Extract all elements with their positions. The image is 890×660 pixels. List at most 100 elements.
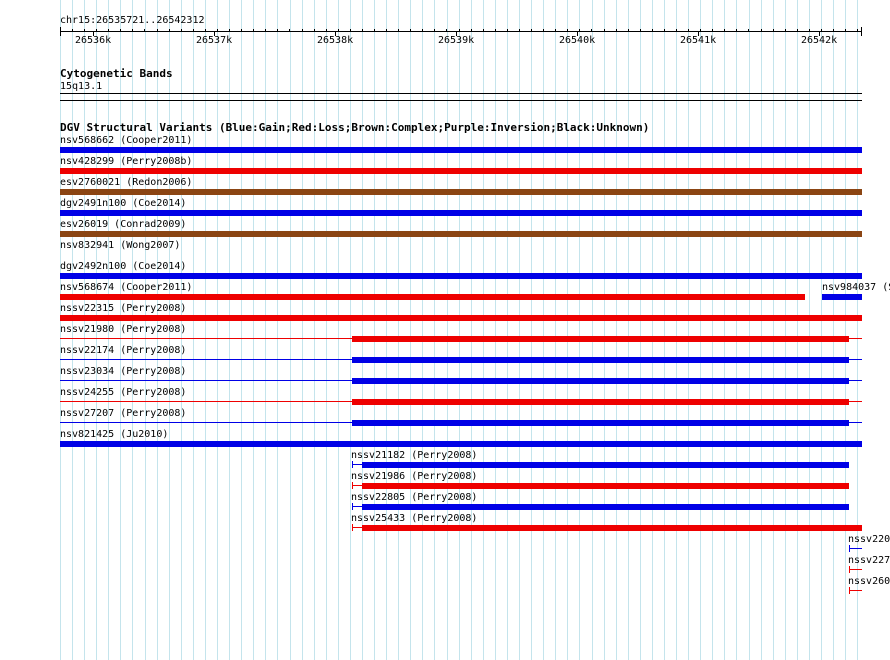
ruler-minor-tick — [761, 29, 762, 32]
cytoband-label: 15q13.1 — [60, 81, 103, 92]
variant-bar[interactable] — [352, 399, 849, 405]
variant-label: esv2760021 (Redon2006) — [60, 177, 193, 188]
variant-bar[interactable] — [60, 294, 805, 300]
variant-bar[interactable] — [60, 441, 862, 447]
ruler-minor-tick — [700, 29, 701, 32]
variant-label: nssv260 — [848, 576, 890, 587]
ruler-minor-tick — [229, 29, 230, 32]
ruler-minor-tick — [314, 29, 315, 32]
ruler-minor-tick — [169, 29, 170, 32]
ruler-minor-tick — [398, 29, 399, 32]
variant-label: nsv428299 (Perry2008b) — [60, 156, 193, 167]
ruler-minor-tick — [265, 29, 266, 32]
variant-label: nssv24255 (Perry2008) — [60, 387, 187, 398]
ruler-minor-tick — [748, 29, 749, 32]
ruler-minor-tick — [386, 29, 387, 32]
variant-bar[interactable] — [352, 378, 849, 384]
ruler-right-end — [861, 27, 862, 36]
variant-start-tick — [849, 587, 850, 594]
ruler-minor-tick — [108, 29, 109, 32]
variant-bar[interactable] — [352, 336, 849, 342]
ruler-minor-tick — [640, 29, 641, 32]
ruler-tick-label: 26537k — [196, 35, 233, 46]
ruler-minor-tick — [664, 29, 665, 32]
ruler-tick-label: 26540k — [559, 35, 596, 46]
ruler-minor-tick — [459, 29, 460, 32]
variant-bar[interactable] — [362, 504, 849, 510]
variant-start-tick — [352, 482, 353, 489]
variant-bar[interactable] — [362, 525, 862, 531]
ruler-minor-tick — [241, 29, 242, 32]
variant-start-tick — [352, 461, 353, 468]
variant-bar[interactable] — [60, 315, 862, 321]
ruler-minor-tick — [676, 29, 677, 32]
cytoband-line-bottom — [60, 100, 862, 101]
variant-label: nsv832941 (Wong2007) — [60, 240, 181, 251]
ruler-minor-tick — [797, 29, 798, 32]
ruler-minor-tick — [591, 29, 592, 32]
variant-label: nssv21182 (Perry2008) — [351, 450, 478, 461]
ruler-minor-tick — [326, 29, 327, 32]
ruler-minor-tick — [277, 29, 278, 32]
ruler-minor-tick — [519, 29, 520, 32]
variant-bar[interactable] — [60, 273, 862, 279]
ruler-left-end — [60, 27, 61, 36]
variant-bar[interactable] — [60, 231, 862, 237]
ruler-minor-tick — [712, 29, 713, 32]
variant-label: nssv27207 (Perry2008) — [60, 408, 187, 419]
variant-span-line — [849, 548, 862, 549]
ruler-minor-tick — [193, 29, 194, 32]
variant-label: nsv568662 (Cooper2011) — [60, 135, 193, 146]
variant-label: dgv2491n100 (Coe2014) — [60, 198, 187, 209]
variant-label: nssv22805 (Perry2008) — [351, 492, 478, 503]
ruler-minor-tick — [809, 29, 810, 32]
cytoband-track-title: Cytogenetic Bands — [60, 67, 173, 80]
ruler-minor-tick — [120, 29, 121, 32]
variant-start-tick — [352, 503, 353, 510]
ruler-minor-tick — [857, 29, 858, 32]
ruler-minor-tick — [289, 29, 290, 32]
variant-bar[interactable] — [352, 357, 849, 363]
ruler-minor-tick — [833, 29, 834, 32]
ruler-minor-tick — [410, 29, 411, 32]
ruler-minor-tick — [845, 29, 846, 32]
ruler-minor-tick — [144, 29, 145, 32]
ruler-minor-tick — [181, 29, 182, 32]
ruler-minor-tick — [628, 29, 629, 32]
ruler-minor-tick — [362, 29, 363, 32]
variant-label: nsv984037 (S — [822, 282, 890, 293]
variant-bar[interactable] — [352, 420, 849, 426]
ruler-tick-label: 26541k — [680, 35, 717, 46]
ruler-minor-tick — [652, 29, 653, 32]
ruler-minor-tick — [495, 29, 496, 32]
variant-start-tick — [849, 566, 850, 573]
ruler-minor-tick — [724, 29, 725, 32]
variant-bar[interactable] — [60, 147, 862, 153]
ruler-tick-label: 26539k — [438, 35, 475, 46]
ruler-minor-tick — [821, 29, 822, 32]
variant-label: nssv227 — [848, 555, 890, 566]
ruler-minor-tick — [736, 29, 737, 32]
ruler-minor-tick — [72, 29, 73, 32]
genome-browser-view: chr15:26535721..26542312 26536k 26537k 265… — [0, 0, 890, 660]
ruler-minor-tick — [579, 29, 580, 32]
variant-bar[interactable] — [822, 294, 862, 300]
variant-start-tick — [849, 545, 850, 552]
ruler-minor-tick — [785, 29, 786, 32]
ruler-tick-label: 26542k — [801, 35, 838, 46]
ruler-minor-tick — [350, 29, 351, 32]
ruler-minor-tick — [555, 29, 556, 32]
variant-bar[interactable] — [60, 210, 862, 216]
variant-bar[interactable] — [362, 483, 849, 489]
dgv-track-title: DGV Structural Variants (Blue:Gain;Red:L… — [60, 121, 650, 134]
variant-label: nssv220 — [848, 534, 890, 545]
variant-bar[interactable] — [60, 189, 862, 195]
ruler-minor-tick — [96, 29, 97, 32]
variant-bar[interactable] — [60, 168, 862, 174]
ruler-minor-tick — [157, 29, 158, 32]
ruler-minor-tick — [446, 29, 447, 32]
variant-label: nssv25433 (Perry2008) — [351, 513, 478, 524]
ruler-minor-tick — [773, 29, 774, 32]
variant-bar[interactable] — [362, 462, 849, 468]
ruler-minor-tick — [688, 29, 689, 32]
